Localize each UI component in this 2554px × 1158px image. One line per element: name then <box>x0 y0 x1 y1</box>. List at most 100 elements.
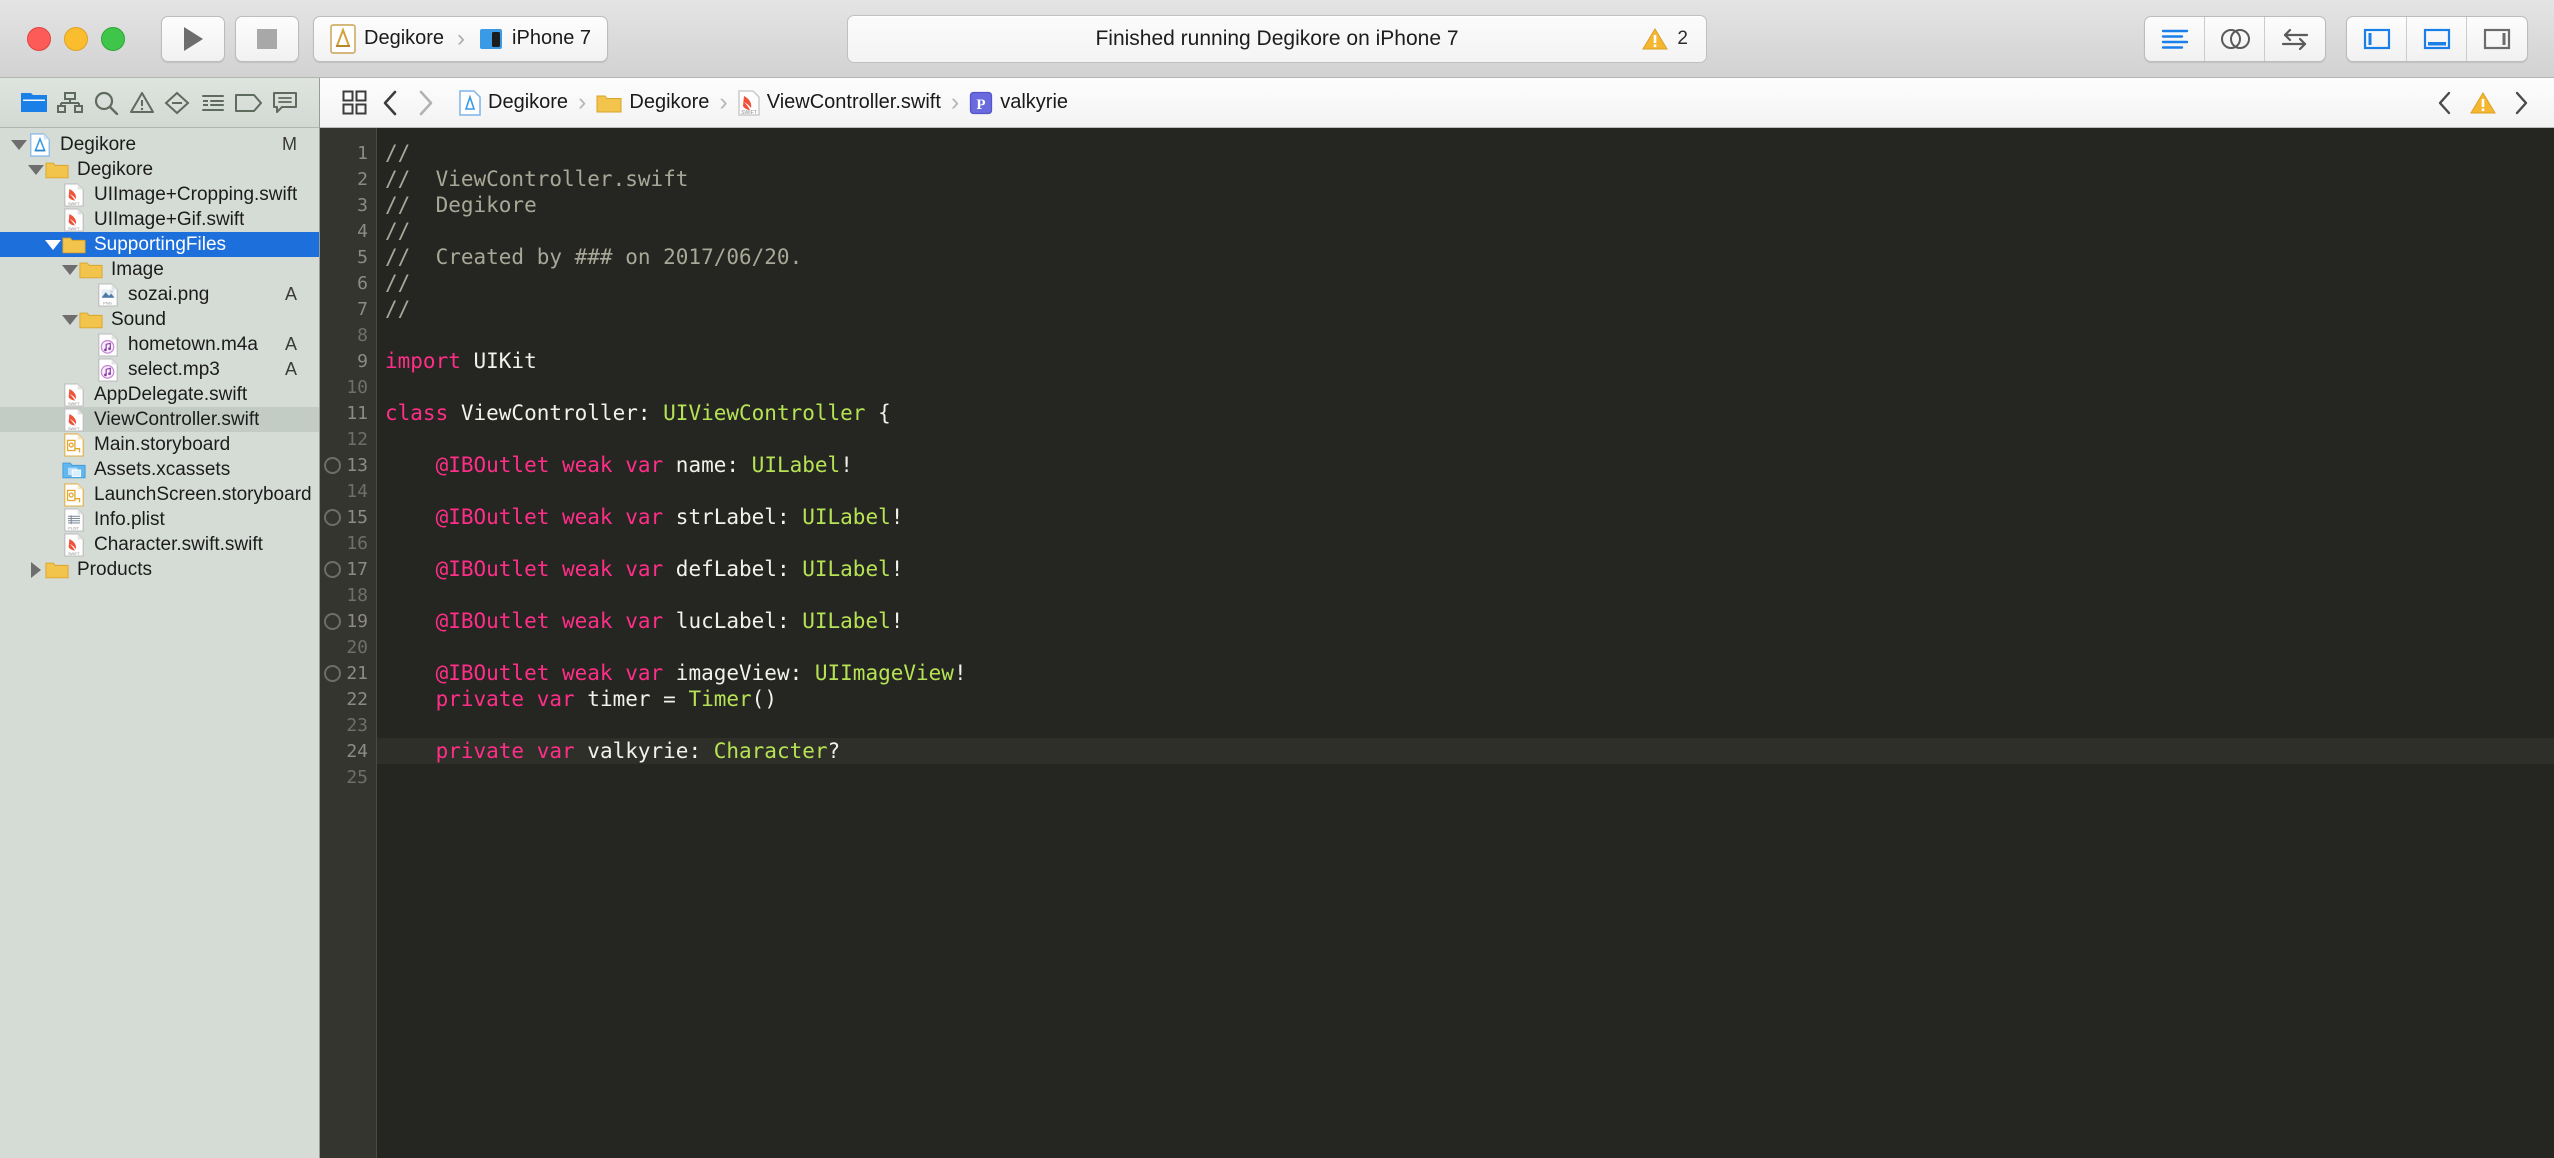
gutter-line-25[interactable]: 25 <box>320 764 376 790</box>
code-line-20[interactable] <box>377 634 2554 660</box>
disclosure-triangle-closed-icon[interactable] <box>27 561 45 579</box>
gutter-line-4[interactable]: 4 <box>320 218 376 244</box>
run-button[interactable] <box>161 15 225 62</box>
gutter-line-2[interactable]: 2 <box>320 166 376 192</box>
navigator-item-sozai-png[interactable]: PNG sozai.png A <box>0 282 319 307</box>
breakpoint-marker-icon[interactable] <box>324 612 341 630</box>
code-line-14[interactable] <box>377 478 2554 504</box>
breadcrumb-item-group[interactable]: Degikore <box>593 91 712 114</box>
navigator-item-uiimage-cropping-swift[interactable]: SWIFT UIImage+Cropping.swift <box>0 182 319 207</box>
assistant-editor-button[interactable] <box>2205 16 2265 61</box>
gutter-line-6[interactable]: 6 <box>320 270 376 296</box>
gutter-line-14[interactable]: 14 <box>320 478 376 504</box>
navigator-item-image[interactable]: Image <box>0 257 319 282</box>
gutter-line-16[interactable]: 16 <box>320 530 376 556</box>
navigator-item-hometown-m4a[interactable]: hometown.m4a A <box>0 332 319 357</box>
gutter-line-19[interactable]: 19 <box>320 608 376 634</box>
navigator-item-products[interactable]: Products <box>0 557 319 582</box>
next-issue-button[interactable] <box>2506 86 2536 120</box>
gutter-line-3[interactable]: 3 <box>320 192 376 218</box>
code-line-22[interactable]: private var timer = Timer() <box>377 686 2554 712</box>
navigator-item-select-mp3[interactable]: select.mp3 A <box>0 357 319 382</box>
gutter-line-8[interactable]: 8 <box>320 322 376 348</box>
stop-button[interactable] <box>235 15 299 62</box>
gutter-line-13[interactable]: 13 <box>320 452 376 478</box>
version-editor-button[interactable] <box>2265 17 2325 61</box>
debug-navigator-icon[interactable] <box>195 85 231 121</box>
code-line-9[interactable]: import UIKit <box>377 348 2554 374</box>
code-line-1[interactable]: // <box>377 140 2554 166</box>
related-items-icon[interactable] <box>338 86 372 120</box>
code-line-4[interactable]: // <box>377 218 2554 244</box>
disclosure-triangle-open-icon[interactable] <box>44 236 62 254</box>
breakpoint-marker-icon[interactable] <box>324 560 341 578</box>
gutter-line-21[interactable]: 21 <box>320 660 376 686</box>
source-control-navigator-icon[interactable] <box>52 85 88 121</box>
code-line-3[interactable]: // Degikore <box>377 192 2554 218</box>
gutter-line-5[interactable]: 5 <box>320 244 376 270</box>
navigator-item-viewcontroller-swift[interactable]: SWIFT ViewController.swift <box>0 407 319 432</box>
disclosure-triangle-open-icon[interactable] <box>27 161 45 179</box>
code-line-25[interactable] <box>377 764 2554 790</box>
navigator-item-launchscreen-storyboard[interactable]: LaunchScreen.storyboard <box>0 482 319 507</box>
code-line-5[interactable]: // Created by ### on 2017/06/20. <box>377 244 2554 270</box>
gutter-line-20[interactable]: 20 <box>320 634 376 660</box>
navigator-item-appdelegate-swift[interactable]: SWIFT AppDelegate.swift <box>0 382 319 407</box>
breakpoint-marker-icon[interactable] <box>324 664 341 682</box>
gutter-line-12[interactable]: 12 <box>320 426 376 452</box>
code-line-18[interactable] <box>377 582 2554 608</box>
code-line-15[interactable]: @IBOutlet weak var strLabel: UILabel! <box>377 504 2554 530</box>
breadcrumb-item-symbol[interactable]: P valkyrie <box>966 91 1071 115</box>
navigator-item-info-plist[interactable]: PLIST Info.plist <box>0 507 319 532</box>
navigator-item-main-storyboard[interactable]: Main.storyboard <box>0 432 319 457</box>
navigator-item-assets-xcassets[interactable]: Assets.xcassets <box>0 457 319 482</box>
previous-issue-button[interactable] <box>2430 86 2460 120</box>
code-line-7[interactable]: // <box>377 296 2554 322</box>
code-line-21[interactable]: @IBOutlet weak var imageView: UIImageVie… <box>377 660 2554 686</box>
gutter-line-17[interactable]: 17 <box>320 556 376 582</box>
gutter-line-22[interactable]: 22 <box>320 686 376 712</box>
navigator-item-sound[interactable]: Sound <box>0 307 319 332</box>
navigator-item-uiimage-gif-swift[interactable]: SWIFT UIImage+Gif.swift <box>0 207 319 232</box>
code-line-8[interactable] <box>377 322 2554 348</box>
navigator-item-character-swift-swift[interactable]: SWIFT Character.swift.swift <box>0 532 319 557</box>
issue-warning-icon[interactable] <box>2466 86 2500 120</box>
gutter-line-23[interactable]: 23 <box>320 712 376 738</box>
gutter-line-7[interactable]: 7 <box>320 296 376 322</box>
code-text[interactable]: //// ViewController.swift// Degikore////… <box>376 128 2554 1158</box>
navigator-item-degikore[interactable]: Degikore M <box>0 132 319 157</box>
gutter-line-15[interactable]: 15 <box>320 504 376 530</box>
code-line-19[interactable]: @IBOutlet weak var lucLabel: UILabel! <box>377 608 2554 634</box>
disclosure-triangle-open-icon[interactable] <box>10 136 28 154</box>
back-button[interactable] <box>376 86 406 120</box>
code-line-11[interactable]: class ViewController: UIViewController { <box>377 400 2554 426</box>
gutter-line-10[interactable]: 10 <box>320 374 376 400</box>
gutter-line-1[interactable]: 1 <box>320 140 376 166</box>
status-warnings[interactable]: 2 <box>1642 27 1688 51</box>
breakpoint-marker-icon[interactable] <box>324 508 341 526</box>
disclosure-triangle-open-icon[interactable] <box>61 311 79 329</box>
code-line-13[interactable]: @IBOutlet weak var name: UILabel! <box>377 452 2554 478</box>
status-bar[interactable]: Finished running Degikore on iPhone 7 2 <box>847 14 1707 63</box>
minimize-button[interactable] <box>64 26 88 51</box>
code-line-10[interactable] <box>377 374 2554 400</box>
code-line-17[interactable]: @IBOutlet weak var defLabel: UILabel! <box>377 556 2554 582</box>
code-line-6[interactable]: // <box>377 270 2554 296</box>
gutter-line-9[interactable]: 9 <box>320 348 376 374</box>
issue-navigator-icon[interactable] <box>124 85 160 121</box>
gutter-line-11[interactable]: 11 <box>320 400 376 426</box>
code-line-16[interactable] <box>377 530 2554 556</box>
navigator-file-tree[interactable]: Degikore M Degikore SWIFT UIImage+Cropping.s… <box>0 128 319 1158</box>
disclosure-triangle-open-icon[interactable] <box>61 261 79 279</box>
standard-editor-button[interactable] <box>2145 16 2205 61</box>
breadcrumb-item-file[interactable]: SWIFT ViewController.swift <box>735 89 944 116</box>
code-line-23[interactable] <box>377 712 2554 738</box>
breakpoint-navigator-icon[interactable] <box>231 85 267 121</box>
code-line-2[interactable]: // ViewController.swift <box>377 166 2554 192</box>
code-area[interactable]: 1 2 3 4 5 6 7 8 9 10 11 12 13 14 15 16 17 18 19 20 21 22 23 24 2… <box>320 128 2554 1158</box>
forward-button[interactable] <box>410 86 440 120</box>
gutter-line-24[interactable]: 24 <box>320 738 376 764</box>
navigator-item-supportingfiles[interactable]: SupportingFiles <box>0 232 319 257</box>
report-navigator-icon[interactable] <box>267 85 303 121</box>
scheme-selector[interactable]: Degikore › iPhone 7 <box>313 15 609 62</box>
